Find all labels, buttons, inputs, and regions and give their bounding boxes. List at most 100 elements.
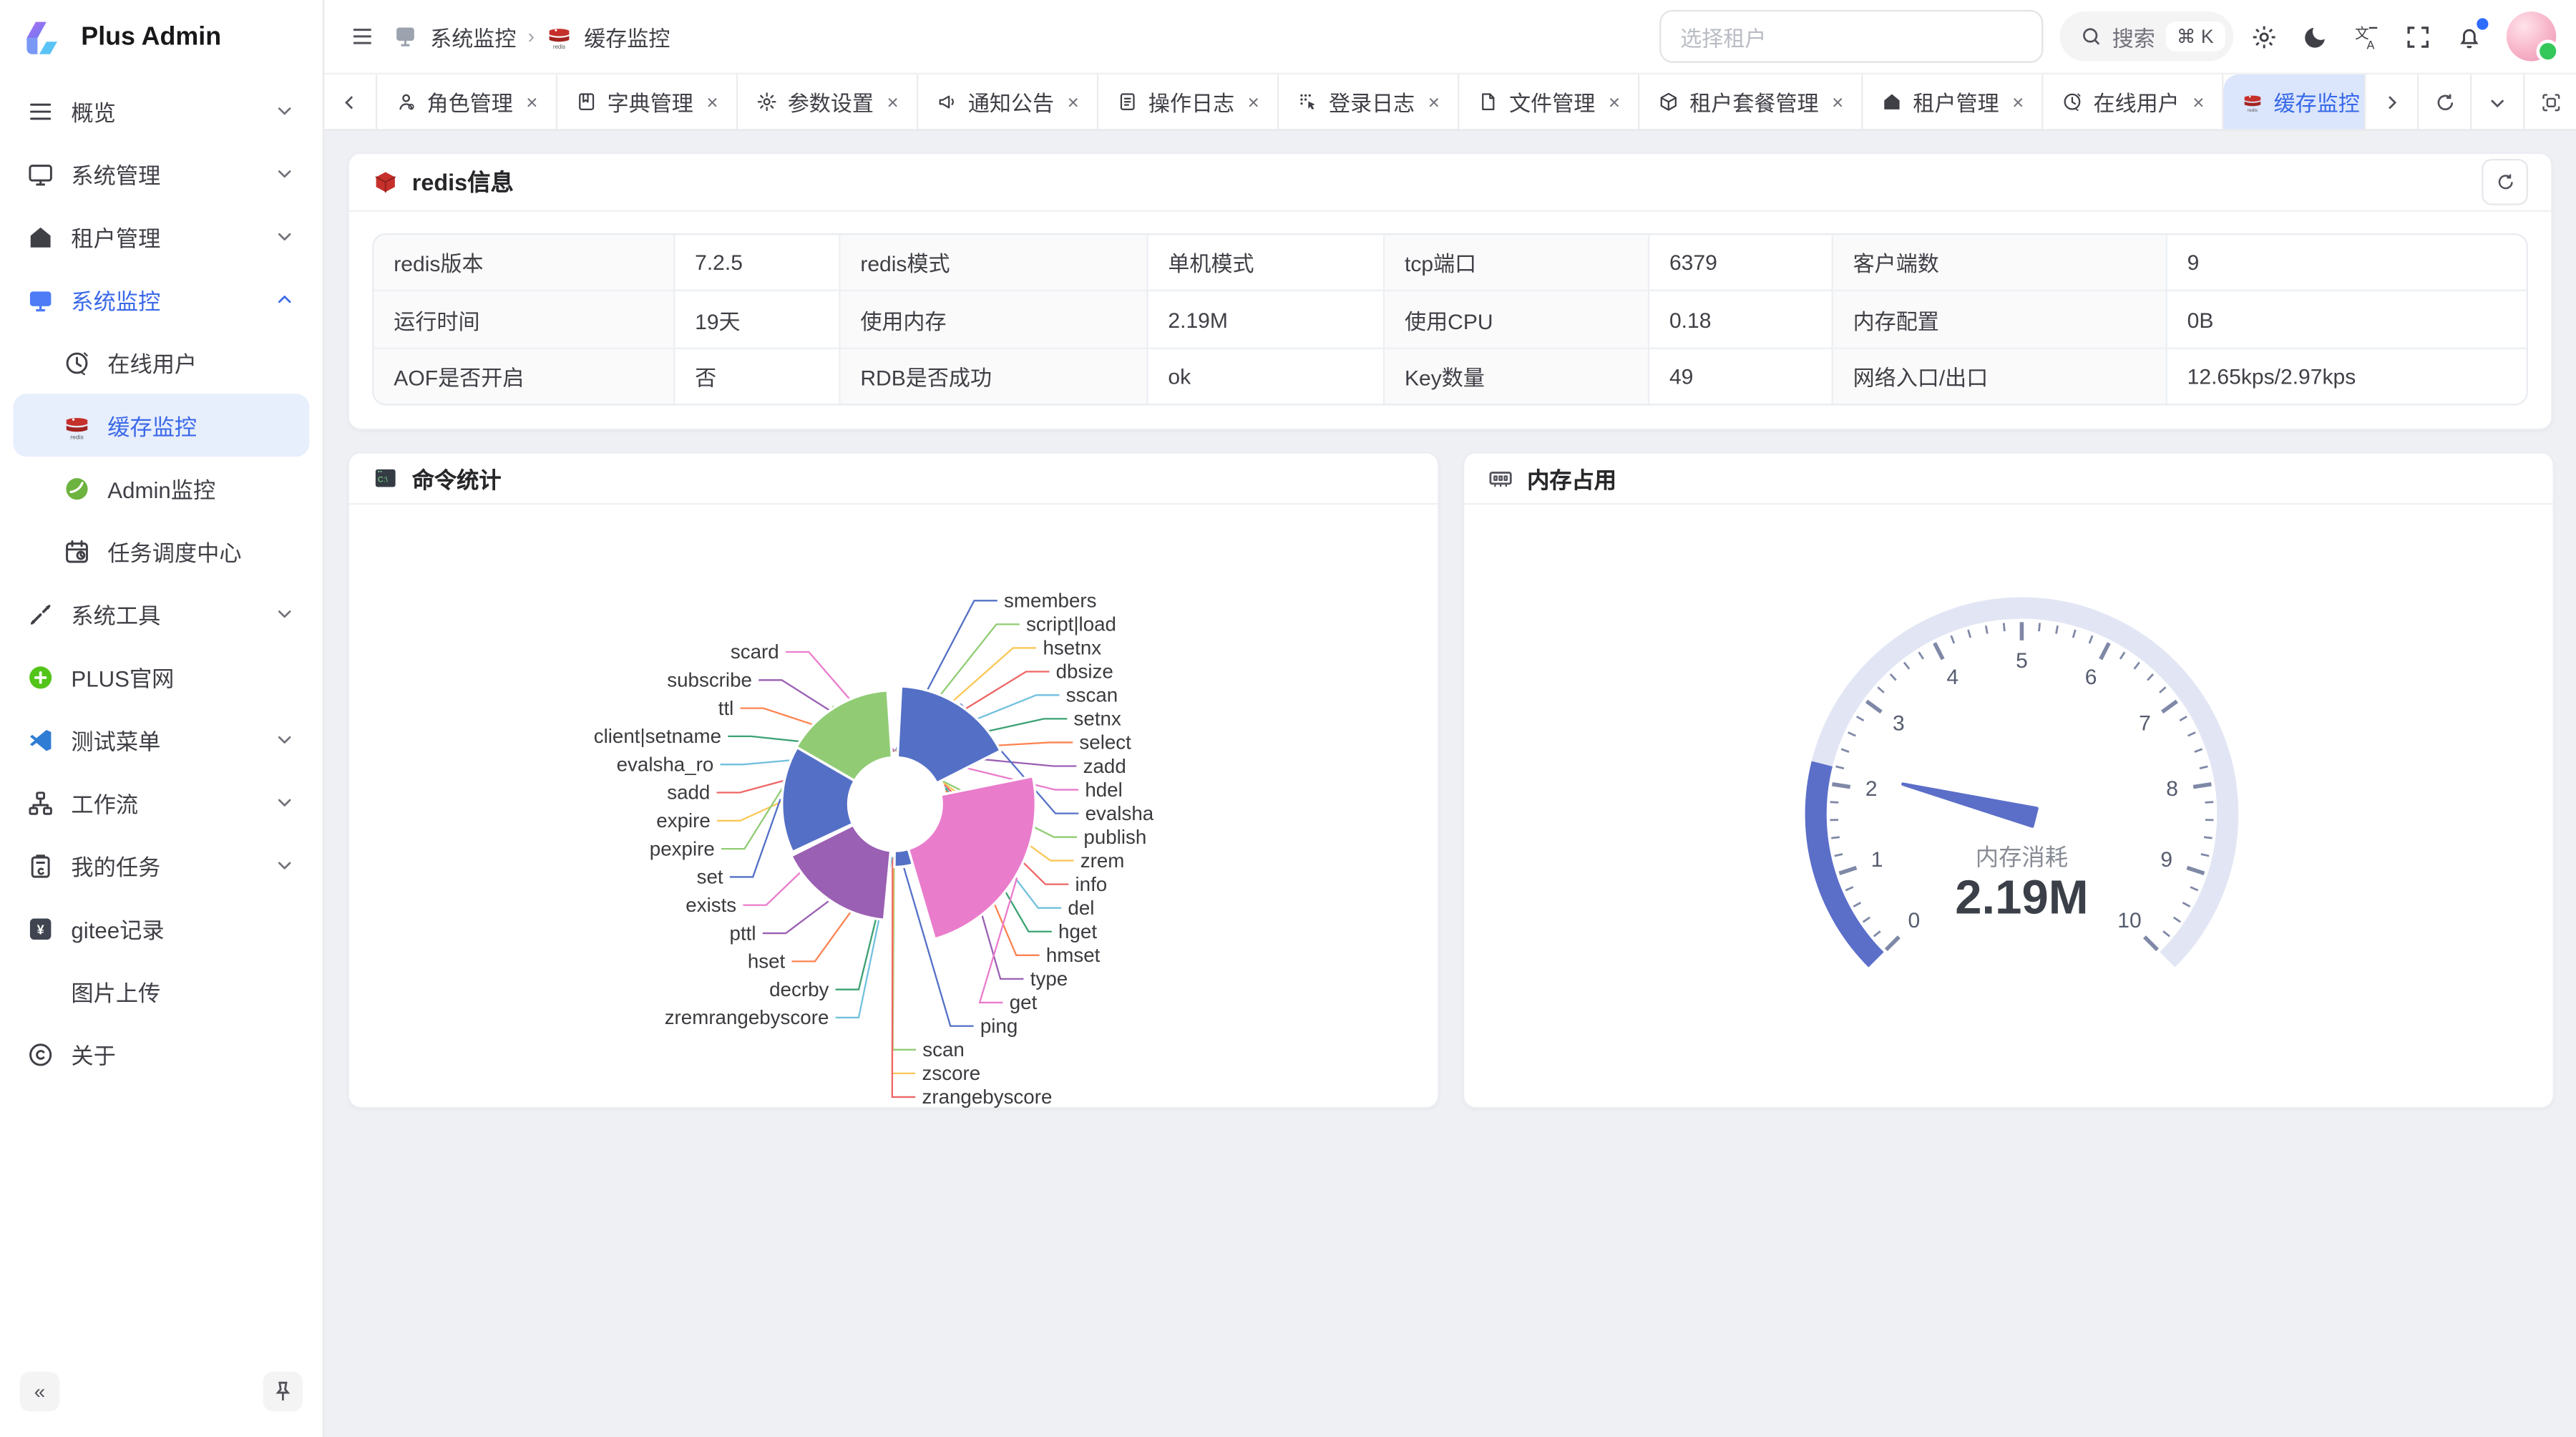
- chevron-up-icon: [273, 288, 296, 311]
- compass-icon: [2062, 91, 2084, 112]
- close-tab-icon[interactable]: ×: [1248, 90, 1259, 113]
- user-avatar[interactable]: [2507, 11, 2556, 61]
- breadcrumb-item[interactable]: 系统监控: [430, 21, 516, 52]
- sidebar-item-13[interactable]: ¥gitee记录: [13, 897, 309, 960]
- tabs-scroll-left-button[interactable]: [324, 74, 377, 129]
- tab-租户套餐管理[interactable]: 租户套餐管理×: [1640, 74, 1863, 129]
- tab-字典管理[interactable]: 字典管理×: [557, 74, 738, 129]
- close-tab-icon[interactable]: ×: [1609, 90, 1620, 113]
- tab-参数设置[interactable]: 参数设置 ×: [738, 74, 918, 129]
- tab-通知公告[interactable]: 通知公告×: [918, 74, 1098, 129]
- slice-label-evalsha: evalsha: [1085, 802, 1154, 824]
- slice-label-ping: ping: [980, 1015, 1018, 1037]
- gauge-minor-tick: [1863, 917, 1870, 922]
- sidebar-item-6[interactable]: Admin监控: [13, 457, 309, 520]
- monitor-icon: [392, 23, 419, 49]
- gauge-minor-tick: [2089, 635, 2092, 643]
- gauge-minor-tick: [1986, 626, 1987, 634]
- tab-label: 缓存监控: [2274, 86, 2360, 117]
- tab-操作日志[interactable]: 操作日志×: [1099, 74, 1279, 129]
- sidebar-item-1[interactable]: 系统管理: [13, 142, 309, 205]
- sidebar-item-8[interactable]: 系统工具: [13, 583, 309, 646]
- dark-mode-moon-icon[interactable]: [2301, 22, 2329, 50]
- tab-文件管理[interactable]: 文件管理×: [1460, 74, 1640, 129]
- gauge-minor-tick: [1848, 733, 1856, 736]
- sidebar-item-0[interactable]: 概览: [13, 79, 309, 142]
- info-value: 0.18: [1649, 292, 1833, 347]
- sidebar-item-10[interactable]: 测试菜单: [13, 708, 309, 771]
- schedule-icon: [63, 537, 91, 565]
- close-tab-icon[interactable]: ×: [526, 90, 537, 113]
- sidebar-item-14[interactable]: 图片上传: [13, 960, 309, 1023]
- redis-info-table: redis版本7.2.5redis模式单机模式tcp端口6379客户端数9运行时…: [372, 233, 2528, 406]
- gauge-minor-tick: [1845, 887, 1853, 891]
- sidebar-item-4[interactable]: 在线用户: [13, 331, 309, 394]
- tabs-scroll-right-button[interactable]: [2364, 74, 2417, 129]
- memory-usage-card: 内存占用 012345678910内存消耗2.19M: [1463, 452, 2555, 1109]
- chevron-right-icon: ›: [528, 25, 535, 48]
- close-tab-icon[interactable]: ×: [2012, 90, 2024, 113]
- gauge-needle: [1903, 784, 2036, 827]
- hamburger-icon[interactable]: [349, 23, 376, 49]
- notification-badge: [2477, 17, 2488, 29]
- sidebar-item-label: 系统监控: [71, 283, 273, 316]
- maximize-content-button[interactable]: [2523, 74, 2576, 129]
- clipboard-icon: [26, 852, 54, 880]
- sidebar-item-5[interactable]: redis缓存监控: [13, 394, 309, 457]
- close-tab-icon[interactable]: ×: [1428, 90, 1440, 113]
- tab-menu-chevron-button[interactable]: [2470, 74, 2523, 129]
- notifications-bell-icon[interactable]: [2455, 22, 2483, 50]
- gauge-minor-tick: [2204, 837, 2212, 838]
- gauge-label: 内存消耗: [1976, 845, 2068, 871]
- sidebar-item-2[interactable]: 租户管理: [13, 205, 309, 268]
- slice-label-select: select: [1079, 731, 1131, 754]
- sidebar-item-9[interactable]: PLUS官网: [13, 646, 309, 708]
- table-row: redis版本7.2.5redis模式单机模式tcp端口6379客户端数9: [374, 235, 2527, 292]
- search-shortcut: ⌘ K: [2165, 21, 2225, 52]
- close-tab-icon[interactable]: ×: [706, 90, 718, 113]
- gauge-tick-label: 7: [2139, 712, 2151, 736]
- close-tab-icon[interactable]: ×: [1832, 90, 1843, 113]
- memory-usage-gauge-chart: 012345678910内存消耗2.19M: [1464, 505, 2552, 1109]
- close-tab-icon[interactable]: ×: [2192, 90, 2204, 113]
- redis-icon: redis: [63, 411, 91, 439]
- redis-box-icon: [372, 169, 399, 195]
- slice-label-pttl: pttl: [730, 922, 756, 945]
- pin-sidebar-button[interactable]: [263, 1371, 303, 1411]
- collapse-sidebar-button[interactable]: «: [20, 1371, 59, 1411]
- info-label: 使用CPU: [1385, 292, 1649, 347]
- settings-gear-icon[interactable]: [2250, 22, 2278, 50]
- info-value: 否: [675, 349, 840, 404]
- gauge-major-tick: [2145, 937, 2157, 950]
- close-tab-icon[interactable]: ×: [1068, 90, 1079, 113]
- info-value: 7.2.5: [675, 235, 840, 290]
- tab-角色管理[interactable]: 角色管理×: [377, 74, 557, 129]
- tenant-select-input[interactable]: 选择租户: [1659, 10, 2042, 63]
- top-bar: 系统监控 › redis 缓存监控 选择租户 搜索 ⌘ K: [324, 0, 2576, 73]
- tab-租户管理[interactable]: 租户管理 ×: [1863, 74, 2044, 129]
- tab-在线用户[interactable]: 在线用户×: [2044, 74, 2224, 129]
- fullscreen-icon[interactable]: [2404, 22, 2432, 50]
- ram-icon: [1488, 465, 1514, 492]
- translate-icon[interactable]: 文A: [2353, 22, 2381, 50]
- slice-label-pexpire: pexpire: [650, 838, 715, 860]
- sidebar-item-15[interactable]: 关于: [13, 1023, 309, 1086]
- close-tab-icon[interactable]: ×: [887, 90, 898, 113]
- tab-登录日志[interactable]: 登录日志×: [1279, 74, 1460, 129]
- sidebar-item-12[interactable]: 我的任务: [13, 834, 309, 897]
- monitor-blue-icon: [26, 286, 54, 313]
- gauge-minor-tick: [1836, 766, 1844, 769]
- sidebar-item-3[interactable]: 系统监控: [13, 268, 309, 331]
- slice-label-ttl: ttl: [718, 697, 734, 719]
- tab-label: 租户管理: [1913, 86, 1999, 117]
- refresh-redis-info-button[interactable]: [2482, 159, 2528, 205]
- refresh-tab-button[interactable]: [2417, 74, 2470, 129]
- sidebar-nav: 概览系统管理租户管理系统监控在线用户redis缓存监控Admin监控任务调度中心…: [0, 73, 323, 1358]
- sidebar-item-7[interactable]: 任务调度中心: [13, 520, 309, 583]
- search-button[interactable]: 搜索 ⌘ K: [2059, 11, 2234, 61]
- sidebar-item-11[interactable]: 工作流: [13, 771, 309, 834]
- sidebar-item-label: 图片上传: [71, 975, 296, 1008]
- tab-label: 参数设置: [788, 86, 874, 117]
- tab-缓存监控[interactable]: redis缓存监控×: [2224, 74, 2364, 129]
- command-stats-title: 命令统计: [412, 462, 502, 495]
